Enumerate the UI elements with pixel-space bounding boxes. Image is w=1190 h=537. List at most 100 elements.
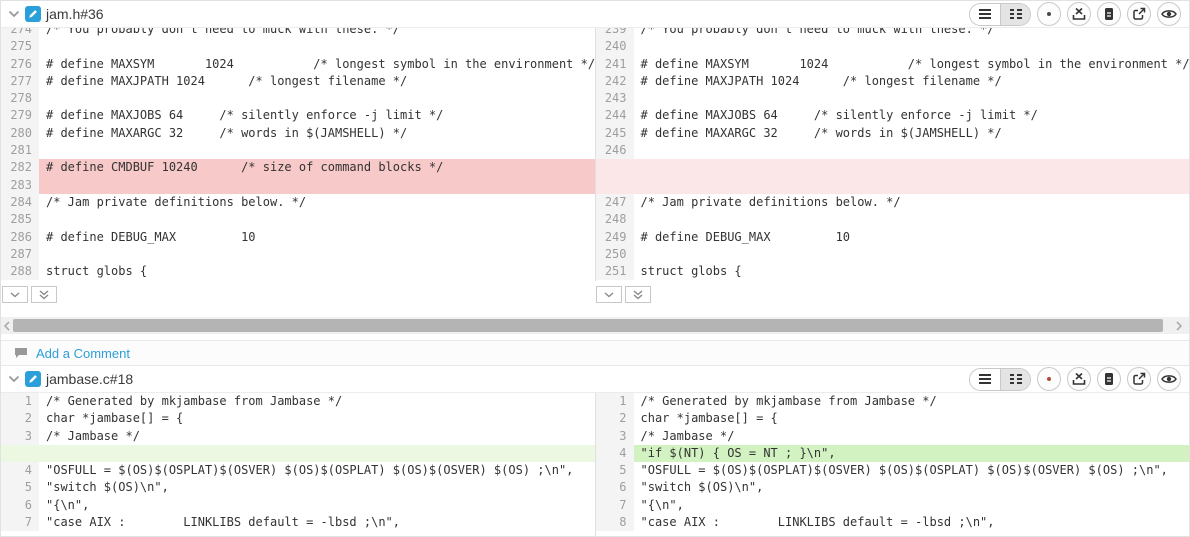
line-number: 242 <box>596 73 634 90</box>
diff-line[interactable]: 7"{\n", <box>596 497 1190 514</box>
diff-line[interactable]: 286# define DEBUG_MAX 10 <box>1 229 595 246</box>
code-text: /* Jam private definitions below. */ <box>39 194 595 211</box>
diff-line[interactable]: 1/* Generated by mkjambase from Jambase … <box>596 393 1190 410</box>
code-text: # define MAXARGC 32 /* words in $(JAMSHE… <box>39 125 595 142</box>
eye-icon <box>1161 373 1177 385</box>
diff-line[interactable]: 280# define MAXARGC 32 /* words in $(JAM… <box>1 125 595 142</box>
code-text: # define MAXJPATH 1024 /* longest filena… <box>39 73 595 90</box>
comments-toggle-button[interactable] <box>1037 367 1061 391</box>
diff-line[interactable]: 3/* Jambase */ <box>1 428 595 445</box>
diff-line[interactable]: 5"switch $(OS)\n", <box>1 479 595 496</box>
side-by-side-view-icon <box>1009 8 1023 20</box>
line-number: 288 <box>1 263 39 280</box>
expand-more-button[interactable] <box>596 286 622 303</box>
diff-line[interactable]: 288struct globs { <box>1 263 595 280</box>
diff-line[interactable]: 244# define MAXJOBS 64 /* silently enfor… <box>596 107 1190 124</box>
diff-line[interactable]: 285 <box>1 211 595 228</box>
diff-line[interactable]: 276# define MAXSYM 1024 /* longest symbo… <box>1 56 595 73</box>
line-number <box>1 445 39 462</box>
side-by-side-view-button[interactable] <box>1000 369 1030 390</box>
diff-line[interactable]: 5"OSFULL = $(OS)$(OSPLAT)$(OSVER) $(OS)$… <box>596 462 1190 479</box>
code-text: # define DEBUG_MAX 10 <box>634 229 1190 246</box>
code-text: # define MAXSYM 1024 /* longest symbol i… <box>634 56 1190 73</box>
line-number: 284 <box>1 194 39 211</box>
diff-line[interactable]: 278 <box>1 90 595 107</box>
code-text: "switch $(OS)\n", <box>39 479 595 496</box>
collapse-chevron-icon[interactable] <box>8 10 20 18</box>
diff-line[interactable] <box>1 445 595 462</box>
diff-line[interactable]: 282# define CMDBUF 10240 /* size of comm… <box>1 159 595 176</box>
diff-line[interactable]: 287 <box>1 246 595 263</box>
diff-line[interactable]: 6"{\n", <box>1 497 595 514</box>
chevron-down-icon <box>604 292 614 298</box>
expand-more-button[interactable] <box>2 286 28 303</box>
line-number: 6 <box>596 479 634 496</box>
line-number: 250 <box>596 246 634 263</box>
line-number: 7 <box>596 497 634 514</box>
diff-line[interactable]: 281 <box>1 142 595 159</box>
diff-line[interactable]: 8"case AIX : LINKLIBS default = -lbsd ;\… <box>596 514 1190 531</box>
download-button[interactable] <box>1067 367 1091 391</box>
diff-line[interactable]: 245# define MAXARGC 32 /* words in $(JAM… <box>596 125 1190 142</box>
diff-line[interactable]: 251struct globs { <box>596 263 1190 280</box>
show-hide-button[interactable] <box>1157 2 1181 26</box>
diff-line[interactable]: 6"switch $(OS)\n", <box>596 479 1190 496</box>
diff-line[interactable]: 246 <box>596 142 1190 159</box>
open-file-button[interactable] <box>1127 367 1151 391</box>
inline-view-button[interactable] <box>970 369 1000 390</box>
show-hide-button[interactable] <box>1157 367 1181 391</box>
code-text: /* Generated by mkjambase from Jambase *… <box>634 393 1190 410</box>
diff-line[interactable]: 2char *jambase[] = { <box>1 410 595 427</box>
diff-line[interactable]: 279# define MAXJOBS 64 /* silently enfor… <box>1 107 595 124</box>
diff-line[interactable]: 3/* Jambase */ <box>596 428 1190 445</box>
diff-line[interactable]: 239/* You probably don't need to muck wi… <box>596 28 1190 38</box>
diff-line[interactable]: 277# define MAXJPATH 1024 /* longest fil… <box>1 73 595 90</box>
side-by-side-view-button[interactable] <box>1000 4 1030 25</box>
line-number: 285 <box>1 211 39 228</box>
expand-all-button[interactable] <box>31 286 57 303</box>
scrollbar-thumb[interactable] <box>13 319 1163 332</box>
diff-line[interactable]: 7"case AIX : LINKLIBS default = -lbsd ;\… <box>1 514 595 531</box>
code-text <box>634 159 1190 176</box>
collapse-chevron-icon[interactable] <box>8 375 20 383</box>
line-number: 1 <box>596 393 634 410</box>
diff-line[interactable]: 4"OSFULL = $(OS)$(OSPLAT)$(OSVER) $(OS)$… <box>1 462 595 479</box>
file-header: jam.h#36 <box>1 1 1189 28</box>
diff-line[interactable]: 274/* You probably don't need to muck wi… <box>1 28 595 38</box>
diff-line[interactable] <box>596 159 1190 176</box>
open-file-button[interactable] <box>1127 2 1151 26</box>
full-file-button[interactable] <box>1097 367 1121 391</box>
code-text: # define MAXJOBS 64 /* silently enforce … <box>39 107 595 124</box>
scroll-right-arrow-icon[interactable] <box>1173 317 1185 334</box>
scroll-left-arrow-icon[interactable] <box>1 317 13 334</box>
expand-all-button[interactable] <box>625 286 651 303</box>
diff-line[interactable]: 241# define MAXSYM 1024 /* longest symbo… <box>596 56 1190 73</box>
diff-line[interactable]: 243 <box>596 90 1190 107</box>
diff-line[interactable]: 248 <box>596 211 1190 228</box>
diff-line[interactable]: 284/* Jam private definitions below. */ <box>1 194 595 211</box>
comments-toggle-button[interactable] <box>1037 2 1061 26</box>
horizontal-scrollbar[interactable] <box>1 317 1189 334</box>
diff-line[interactable]: 283 <box>1 177 595 194</box>
double-chevron-down-icon <box>39 290 49 300</box>
line-number: 278 <box>1 90 39 107</box>
inline-view-button[interactable] <box>970 4 1000 25</box>
diff-line[interactable]: 250 <box>596 246 1190 263</box>
diff-line[interactable]: 4"if $(NT) { OS = NT ; }\n", <box>596 445 1190 462</box>
download-button[interactable] <box>1067 2 1091 26</box>
diff-viewer: jam.h#36 <box>0 0 1190 537</box>
diff-line[interactable]: 1/* Generated by mkjambase from Jambase … <box>1 393 595 410</box>
line-number: 249 <box>596 229 634 246</box>
diff-line[interactable]: 249# define DEBUG_MAX 10 <box>596 229 1190 246</box>
view-mode-toggle <box>969 3 1031 26</box>
diff-line[interactable]: 247/* Jam private definitions below. */ <box>596 194 1190 211</box>
diff-line[interactable]: 240 <box>596 38 1190 55</box>
diff-body: 274/* You probably don't need to muck wi… <box>1 28 1189 281</box>
diff-line[interactable] <box>596 177 1190 194</box>
full-file-button[interactable] <box>1097 2 1121 26</box>
add-comment-link[interactable]: Add a Comment <box>36 346 130 361</box>
code-text: # define MAXJPATH 1024 /* longest filena… <box>634 73 1190 90</box>
diff-line[interactable]: 242# define MAXJPATH 1024 /* longest fil… <box>596 73 1190 90</box>
diff-line[interactable]: 275 <box>1 38 595 55</box>
diff-line[interactable]: 2char *jambase[] = { <box>596 410 1190 427</box>
